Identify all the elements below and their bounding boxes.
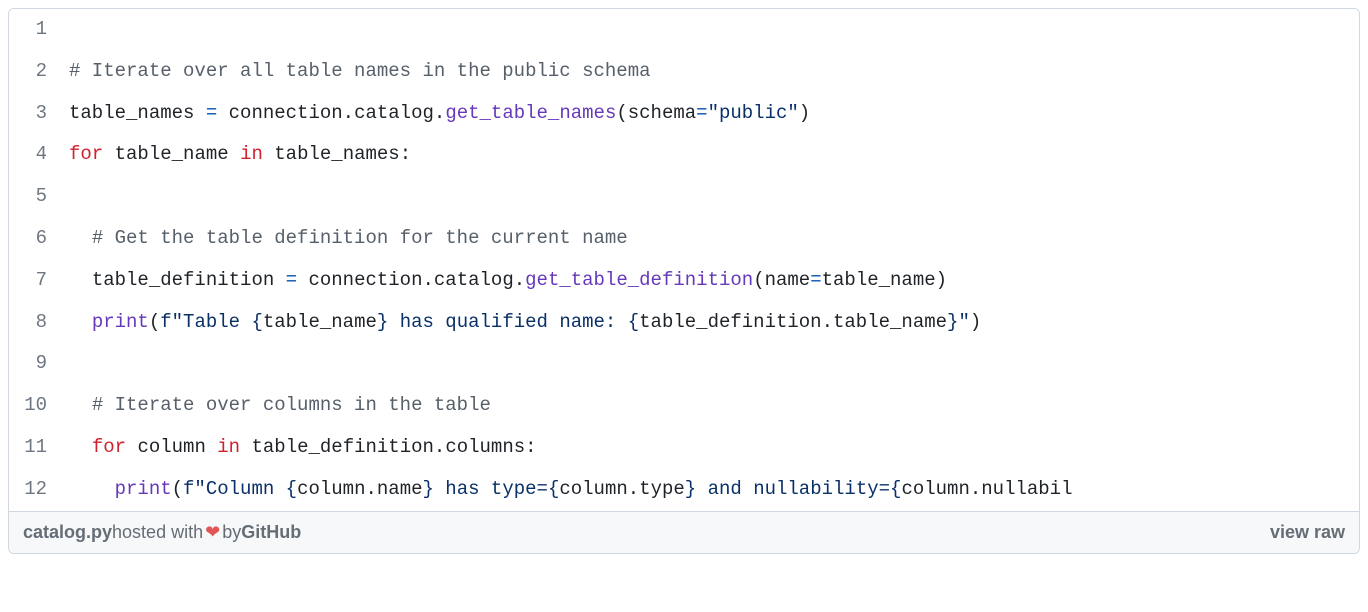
code-row: 6 # Get the table definition for the cur… bbox=[9, 218, 1359, 260]
code-row: 2# Iterate over all table names in the p… bbox=[9, 51, 1359, 93]
line-code[interactable]: # Iterate over columns in the table bbox=[59, 385, 1359, 427]
code-row: 9 bbox=[9, 343, 1359, 385]
line-number[interactable]: 12 bbox=[9, 469, 59, 511]
code-table: 12# Iterate over all table names in the … bbox=[9, 9, 1359, 511]
view-raw-link[interactable]: view raw bbox=[1270, 522, 1345, 543]
line-code[interactable]: # Iterate over all table names in the pu… bbox=[59, 51, 1359, 93]
line-code[interactable]: for column in table_definition.columns: bbox=[59, 427, 1359, 469]
line-number[interactable]: 4 bbox=[9, 134, 59, 176]
code-row: 7 table_definition = connection.catalog.… bbox=[9, 260, 1359, 302]
code-row: 1 bbox=[9, 9, 1359, 51]
code-row: 5 bbox=[9, 176, 1359, 218]
line-number[interactable]: 10 bbox=[9, 385, 59, 427]
code-row: 12 print(f"Column {column.name} has type… bbox=[9, 469, 1359, 511]
line-number[interactable]: 5 bbox=[9, 176, 59, 218]
by-text: by bbox=[222, 522, 241, 543]
line-code[interactable]: print(f"Column {column.name} has type={c… bbox=[59, 469, 1359, 511]
code-row: 10 # Iterate over columns in the table bbox=[9, 385, 1359, 427]
gist-container: 12# Iterate over all table names in the … bbox=[8, 8, 1360, 554]
line-code[interactable]: print(f"Table {table_name} has qualified… bbox=[59, 302, 1359, 344]
line-code[interactable]: for table_name in table_names: bbox=[59, 134, 1359, 176]
gist-meta-left: catalog.py hosted with ❤ by GitHub bbox=[23, 522, 301, 543]
hosted-with-text: hosted with bbox=[112, 522, 203, 543]
line-code[interactable]: table_names = connection.catalog.get_tab… bbox=[59, 93, 1359, 135]
line-code[interactable] bbox=[59, 176, 1359, 218]
line-number[interactable]: 8 bbox=[9, 302, 59, 344]
gist-filename-link[interactable]: catalog.py bbox=[23, 522, 112, 543]
line-code[interactable]: table_definition = connection.catalog.ge… bbox=[59, 260, 1359, 302]
line-code[interactable] bbox=[59, 343, 1359, 385]
code-row: 4for table_name in table_names: bbox=[9, 134, 1359, 176]
heart-icon: ❤ bbox=[205, 522, 220, 543]
gist-meta: catalog.py hosted with ❤ by GitHub view … bbox=[9, 511, 1359, 553]
line-number[interactable]: 9 bbox=[9, 343, 59, 385]
line-number[interactable]: 11 bbox=[9, 427, 59, 469]
code-row: 11 for column in table_definition.column… bbox=[9, 427, 1359, 469]
code-tbody: 12# Iterate over all table names in the … bbox=[9, 9, 1359, 511]
line-number[interactable]: 6 bbox=[9, 218, 59, 260]
line-number[interactable]: 3 bbox=[9, 93, 59, 135]
line-number[interactable]: 2 bbox=[9, 51, 59, 93]
code-area: 12# Iterate over all table names in the … bbox=[9, 9, 1359, 511]
code-row: 8 print(f"Table {table_name} has qualifi… bbox=[9, 302, 1359, 344]
line-code[interactable] bbox=[59, 9, 1359, 51]
line-number[interactable]: 1 bbox=[9, 9, 59, 51]
line-number[interactable]: 7 bbox=[9, 260, 59, 302]
line-code[interactable]: # Get the table definition for the curre… bbox=[59, 218, 1359, 260]
github-link[interactable]: GitHub bbox=[241, 522, 301, 543]
code-row: 3table_names = connection.catalog.get_ta… bbox=[9, 93, 1359, 135]
